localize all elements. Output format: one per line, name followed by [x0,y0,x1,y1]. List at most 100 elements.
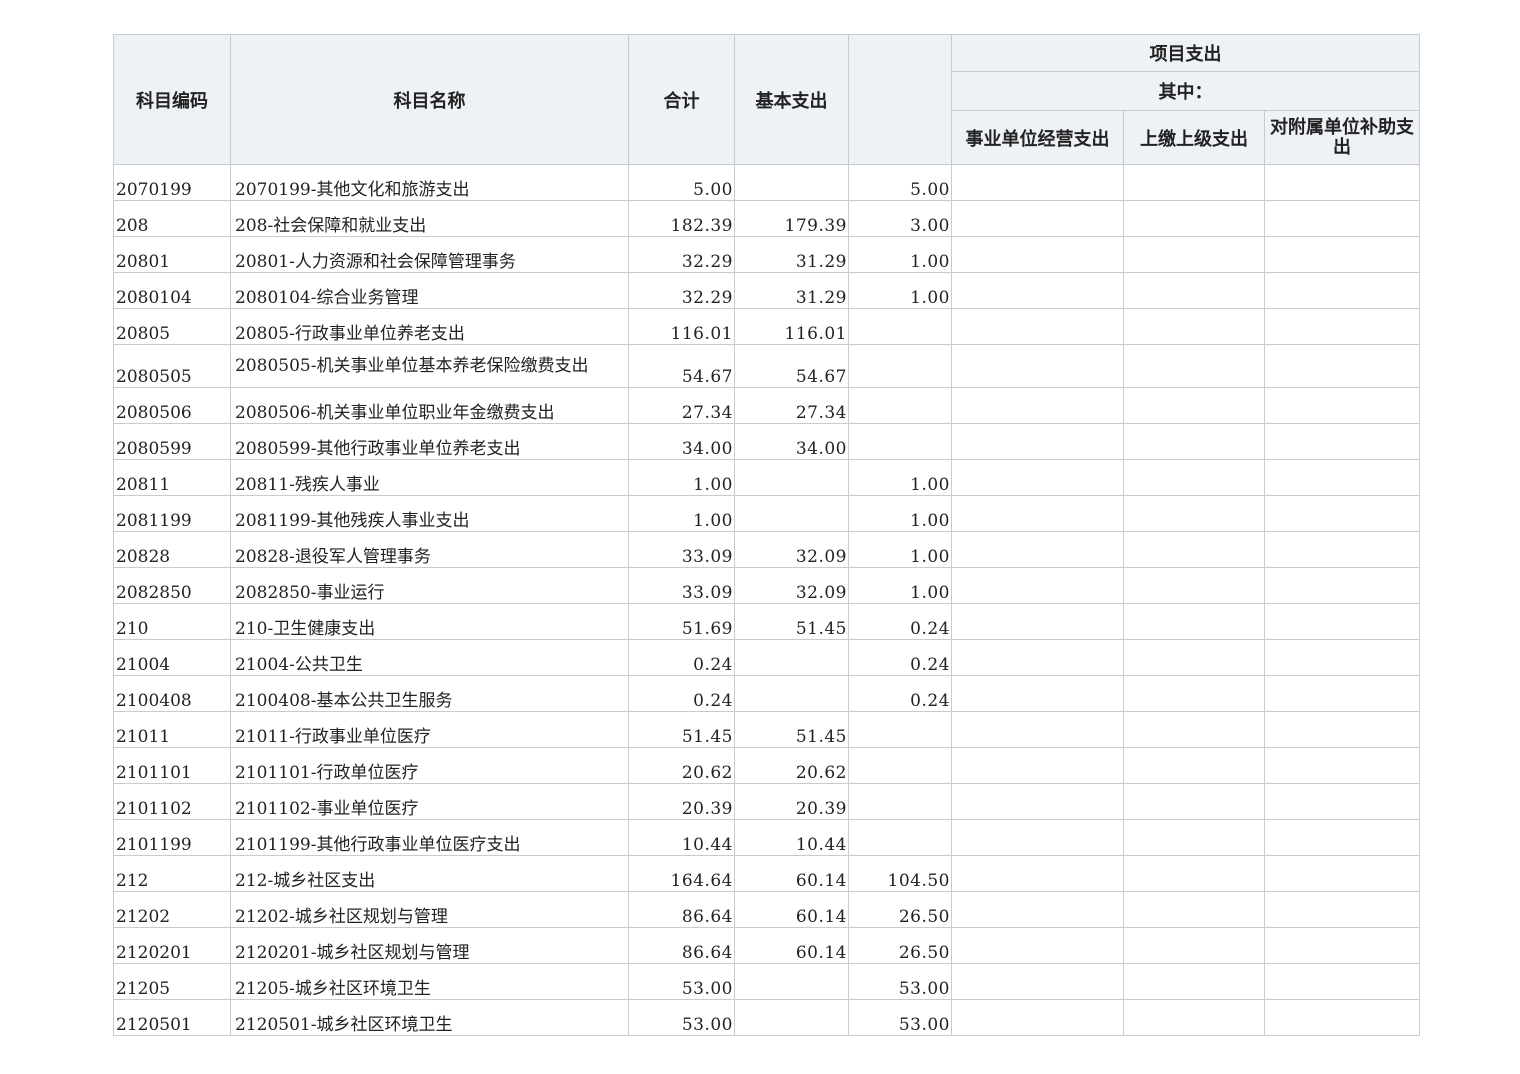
table-row: 2070199 2070199-其他文化和旅游支出 5.00 5.00 [113,164,1421,201]
cell-empty [1263,272,1421,309]
cell-project [848,423,952,460]
cell-name: 21011-行政事业单位医疗 [230,711,629,748]
cell-empty [951,963,1124,1000]
cell-basic [734,999,849,1036]
cell-name: 2082850-事业运行 [230,567,629,604]
cell-empty [1123,423,1265,460]
cell-code: 2080506 [113,387,231,424]
cell-empty [951,927,1124,964]
cell-project: 104.50 [848,855,952,892]
header-project: 项目支出 [950,34,1421,72]
cell-empty [1263,747,1421,784]
cell-basic [734,963,849,1000]
cell-empty [951,495,1124,532]
cell-empty [951,747,1124,784]
cell-name: 2101102-事业单位医疗 [230,783,629,820]
table-row: 2120501 2120501-城乡社区环境卫生 53.00 53.00 [113,999,1421,1036]
cell-name: 2101101-行政单位医疗 [230,747,629,784]
table-row: 2080506 2080506-机关事业单位职业年金缴费支出 27.34 27.34 [113,387,1421,424]
cell-code: 2082850 [113,567,231,604]
cell-basic: 20.62 [734,747,849,784]
cell-empty [1123,855,1265,892]
cell-empty [1263,423,1421,460]
cell-name: 2081199-其他残疾人事业支出 [230,495,629,532]
cell-empty [951,164,1124,201]
cell-empty [1123,819,1265,856]
cell-basic: 51.45 [734,711,849,748]
table-row: 20811 20811-残疾人事业 1.00 1.00 [113,459,1421,496]
cell-empty [1263,344,1421,388]
cell-empty [1263,236,1421,273]
cell-empty [1263,963,1421,1000]
cell-code: 212 [113,855,231,892]
cell-code: 2120501 [113,999,231,1036]
cell-empty [1123,927,1265,964]
cell-empty [1263,603,1421,640]
cell-basic [734,459,849,496]
cell-empty [1263,819,1421,856]
cell-code: 2081199 [113,495,231,532]
cell-empty [1123,272,1265,309]
cell-empty [1123,164,1265,201]
cell-empty [951,387,1124,424]
cell-total: 116.01 [628,308,735,345]
cell-total: 20.39 [628,783,735,820]
cell-project: 1.00 [848,236,952,273]
cell-name: 20801-人力资源和社会保障管理事务 [230,236,629,273]
cell-name: 20828-退役军人管理事务 [230,531,629,568]
header-name: 科目名称 [230,34,629,165]
cell-name: 2100408-基本公共卫生服务 [230,675,629,712]
cell-empty [1123,963,1265,1000]
cell-basic: 20.39 [734,783,849,820]
cell-code: 20811 [113,459,231,496]
cell-basic: 31.29 [734,236,849,273]
table-row: 210 210-卫生健康支出 51.69 51.45 0.24 [113,603,1421,640]
cell-total: 53.00 [628,999,735,1036]
cell-empty [1123,675,1265,712]
cell-empty [951,675,1124,712]
cell-code: 21205 [113,963,231,1000]
cell-basic [734,639,849,676]
cell-empty [1123,711,1265,748]
cell-total: 182.39 [628,200,735,237]
cell-empty [1263,855,1421,892]
table-row: 21205 21205-城乡社区环境卫生 53.00 53.00 [113,963,1421,1000]
cell-name: 2101199-其他行政事业单位医疗支出 [230,819,629,856]
cell-empty [1123,308,1265,345]
cell-basic: 60.14 [734,855,849,892]
cell-name: 21205-城乡社区环境卫生 [230,963,629,1000]
cell-project: 1.00 [848,567,952,604]
cell-project: 26.50 [848,927,952,964]
header-total: 合计 [628,34,735,165]
cell-total: 86.64 [628,927,735,964]
cell-empty [1263,639,1421,676]
cell-total: 164.64 [628,855,735,892]
cell-empty [951,272,1124,309]
cell-total: 1.00 [628,459,735,496]
cell-basic: 179.39 [734,200,849,237]
cell-code: 21004 [113,639,231,676]
cell-project: 1.00 [848,531,952,568]
table-row: 2080599 2080599-其他行政事业单位养老支出 34.00 34.00 [113,423,1421,460]
header-basic: 基本支出 [734,34,849,165]
cell-basic: 51.45 [734,603,849,640]
cell-code: 2080505 [113,344,231,388]
cell-project: 5.00 [848,164,952,201]
cell-empty [1123,344,1265,388]
table-row: 208 208-社会保障和就业支出 182.39 179.39 3.00 [113,200,1421,237]
table-row: 2120201 2120201-城乡社区规划与管理 86.64 60.14 26.50 [113,927,1421,964]
cell-empty [951,711,1124,748]
table-body: 2070199 2070199-其他文化和旅游支出 5.00 5.00 208 208-… [113,164,1421,1036]
cell-empty [951,459,1124,496]
cell-project: 1.00 [848,459,952,496]
cell-project: 0.24 [848,675,952,712]
cell-basic: 32.09 [734,567,849,604]
cell-empty [951,531,1124,568]
table-row: 2101102 2101102-事业单位医疗 20.39 20.39 [113,783,1421,820]
cell-code: 2101101 [113,747,231,784]
cell-basic: 60.14 [734,891,849,928]
cell-project: 1.00 [848,495,952,532]
cell-project [848,308,952,345]
cell-total: 33.09 [628,531,735,568]
cell-empty [1263,891,1421,928]
